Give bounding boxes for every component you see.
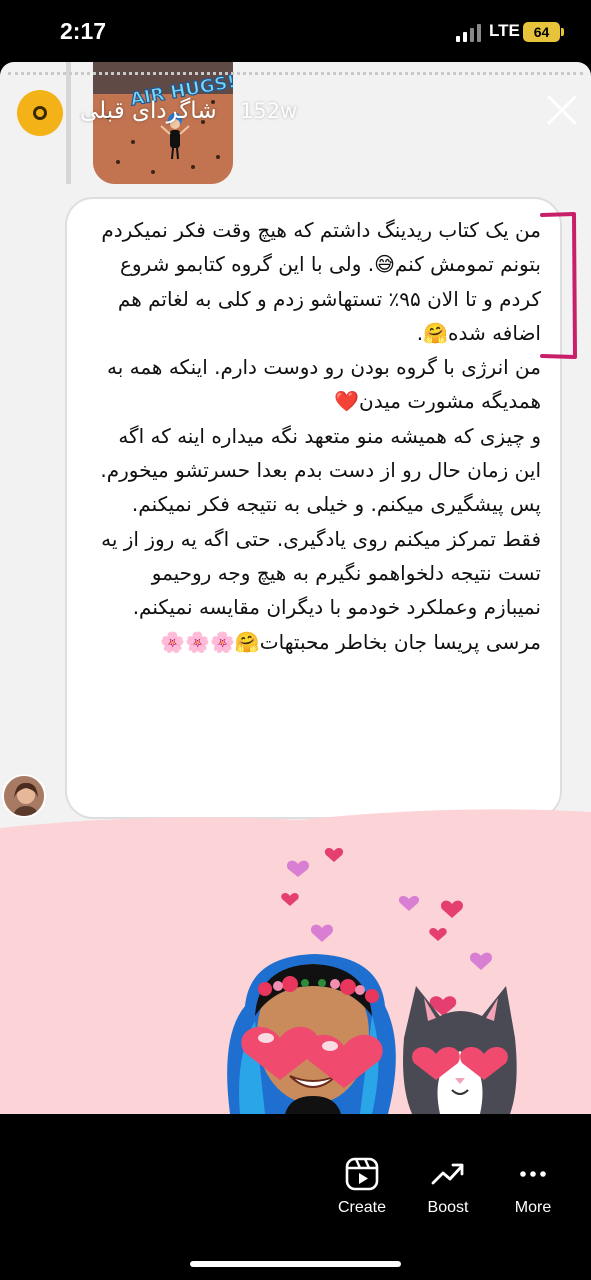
status-bar: 2:17 LTE 64 (0, 0, 591, 62)
close-icon[interactable] (546, 94, 578, 126)
story-author-name[interactable]: شاگردای قبلی (80, 98, 217, 124)
home-indicator[interactable] (190, 1261, 401, 1267)
create-label: Create (337, 1199, 387, 1216)
message-text: من یک کتاب ریدینگ داشتم که هیچ وقت فکر ن… (100, 218, 541, 654)
network-type: LTE (489, 21, 520, 40)
thread-line (66, 62, 71, 184)
battery-icon: 64 (523, 22, 560, 42)
highlight-bracket (540, 212, 577, 359)
battery-tip (561, 28, 564, 36)
more-dots-icon (520, 1171, 546, 1177)
reels-create-icon (345, 1157, 379, 1191)
story-card[interactable]: AIR HUGS! شاگردای قبلی 152w من یک کتاب ر… (0, 62, 591, 1114)
story-age: 152w (240, 99, 298, 123)
create-button[interactable]: Create (317, 1157, 407, 1217)
boost-button[interactable]: Boost (403, 1157, 493, 1217)
more-label: More (514, 1199, 552, 1216)
story-avatar[interactable] (17, 90, 63, 136)
cellular-signal-icon (456, 24, 481, 42)
battery-level: 64 (533, 24, 550, 40)
boost-label: Boost (427, 1199, 469, 1216)
story-progress-bar (8, 72, 583, 75)
heart-eyes-sticker[interactable] (0, 806, 591, 1114)
message-bubble: من یک کتاب ریدینگ داشتم که هیچ وقت فکر ن… (65, 197, 577, 819)
avatar-ring-icon (33, 106, 47, 120)
status-time: 2:17 (60, 18, 107, 44)
trending-up-icon (431, 1163, 464, 1185)
more-button[interactable]: More (488, 1157, 578, 1217)
